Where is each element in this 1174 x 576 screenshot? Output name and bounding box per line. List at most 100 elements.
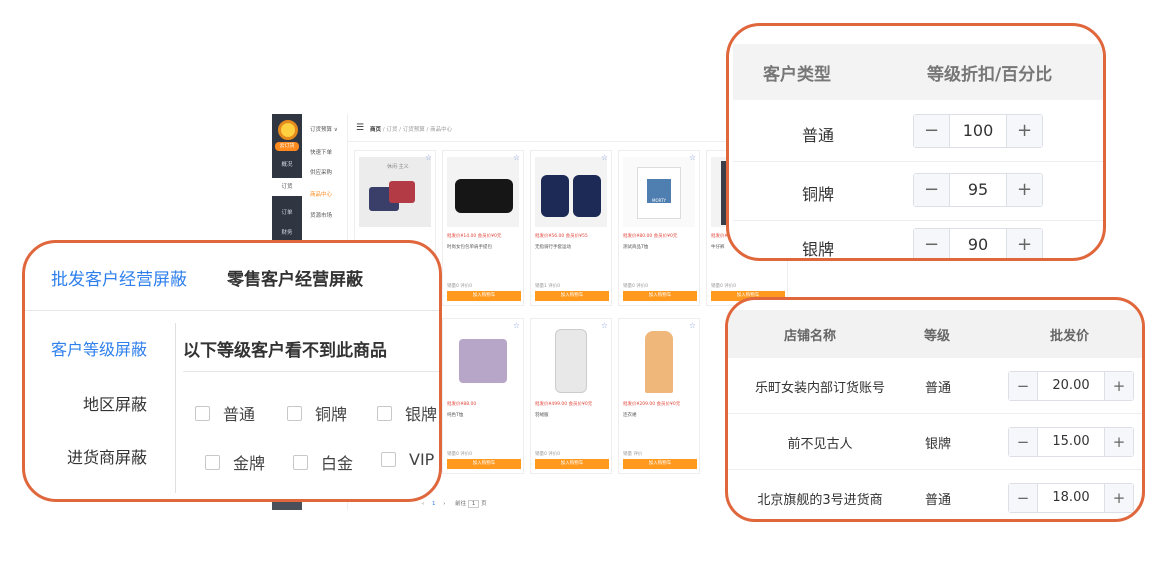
menu-icon[interactable]: ☰ (356, 124, 364, 133)
increment-button[interactable]: + (1007, 174, 1042, 206)
product-sales: 销量0 评价0 (711, 284, 737, 289)
pager-goto-input[interactable]: 1 (467, 500, 480, 508)
add-to-cart-button[interactable]: 加入购物车 (535, 459, 609, 469)
decrement-button[interactable]: − (1009, 372, 1037, 400)
divider (183, 371, 439, 372)
wholesale-price-callout: 店铺名称 等级 批发价 乐町女装内部订货账号 普通 − 20.00 + 前不见古… (725, 297, 1145, 522)
add-to-cart-button[interactable]: 加入购物车 (447, 291, 521, 301)
side-item-supplier-shielding[interactable]: 进货商屏蔽 (67, 444, 147, 468)
discount-value[interactable]: 90 (949, 229, 1007, 258)
product-card[interactable]: ☆ 批发价¥88.00 纯色T恤 销量0 评价0 加入购物车 (442, 318, 524, 474)
checkbox-label: 普通 (223, 405, 256, 424)
product-sales: 销量0 评价0 (623, 284, 649, 289)
increment-button[interactable]: + (1007, 229, 1042, 258)
shielding-tabs: 批发客户经营屏蔽 零售客户经营屏蔽 (25, 243, 439, 311)
decrement-button[interactable]: − (914, 115, 949, 147)
checkbox-icon[interactable] (377, 405, 392, 421)
product-name[interactable]: 测试商品T恤 (623, 244, 697, 250)
increment-button[interactable]: + (1105, 372, 1133, 400)
level-checkbox[interactable]: 铜牌 (287, 401, 347, 425)
breadcrumb-trail: / 订货 / 订货预算 / 商品中心 (381, 127, 453, 133)
favorite-star-icon[interactable]: ☆ (689, 153, 696, 162)
level-checkbox[interactable]: 白金 (293, 450, 353, 474)
product-name[interactable]: 羽绒服 (535, 412, 609, 418)
increment-button[interactable]: + (1007, 115, 1042, 147)
discount-value[interactable]: 100 (949, 115, 1007, 147)
favorite-star-icon[interactable]: ☆ (425, 153, 432, 162)
add-to-cart-button[interactable]: 加入购物车 (447, 459, 521, 469)
pager-prev[interactable]: ‹ (422, 501, 424, 507)
price-value[interactable]: 15.00 (1037, 428, 1105, 456)
checkbox-label: 金牌 (233, 454, 266, 473)
product-card[interactable]: ☆ 批发价¥209.00 会员价¥0元 连衣裙 销量 评价 加入购物车 (618, 318, 700, 474)
side-item-level-shielding[interactable]: 客户等级屏蔽 (51, 336, 147, 360)
product-price: 批发价¥14.00 会员价¥0元 (447, 234, 502, 239)
level-checkbox[interactable]: 金牌 (205, 450, 265, 474)
favorite-star-icon[interactable]: ☆ (601, 153, 608, 162)
discount-value[interactable]: 95 (949, 174, 1007, 206)
store-level: 普通 (924, 493, 951, 508)
sidebar-item-order-goods[interactable]: 订货 (272, 178, 302, 196)
product-price: 批发价¥80.00 会员价¥0元 (623, 234, 678, 239)
sidebar-item-overview[interactable]: 概况 (272, 156, 302, 174)
product-image-label: MORTY (647, 179, 671, 203)
product-name[interactable]: 无指骑行手套运动 (535, 244, 609, 250)
checkbox-icon[interactable] (195, 405, 210, 421)
discount-level: 银牌 (801, 240, 834, 259)
side-item-region-shielding[interactable]: 地区屏蔽 (83, 391, 147, 415)
product-name[interactable]: 纯色T恤 (447, 412, 521, 418)
add-to-cart-button[interactable]: 加入购物车 (623, 291, 697, 301)
discount-stepper[interactable]: − 95 + (913, 173, 1043, 207)
favorite-star-icon[interactable]: ☆ (513, 153, 520, 162)
pagination: ‹ 1 › 前往 1 页 (422, 499, 487, 508)
favorite-star-icon[interactable]: ☆ (513, 321, 520, 330)
tab-wholesale-shielding[interactable]: 批发客户经营屏蔽 (51, 265, 187, 290)
increment-button[interactable]: + (1105, 484, 1133, 512)
level-checkbox[interactable]: 普通 (195, 401, 255, 425)
product-card[interactable]: ☆ 批发价¥499.00 会员价¥0元 羽绒服 销量0 评价0 加入购物车 (530, 318, 612, 474)
level-checkbox[interactable]: 银牌 (377, 401, 437, 425)
price-value[interactable]: 20.00 (1037, 372, 1105, 400)
add-to-cart-button[interactable]: 加入购物车 (535, 291, 609, 301)
product-price: 批发价¥88.00 (447, 402, 477, 407)
product-card[interactable]: ☆ 批发价¥56.00 会员价¥55 无指骑行手套运动 销量1 评价0 加入购物… (530, 150, 612, 306)
price-stepper[interactable]: − 15.00 + (1008, 427, 1134, 457)
breadcrumb: 商页 / 订货 / 订货预算 / 商品中心 (370, 125, 452, 133)
favorite-star-icon[interactable]: ☆ (689, 321, 696, 330)
price-row: 乐町女装内部订货账号 普通 − 20.00 + (728, 358, 1142, 414)
checkbox-icon[interactable] (293, 454, 308, 470)
breadcrumb-home[interactable]: 商页 (370, 127, 381, 133)
price-stepper[interactable]: − 20.00 + (1008, 371, 1134, 401)
submenu-item-market[interactable]: 货源市场 (310, 211, 332, 219)
pager-next[interactable]: › (443, 501, 445, 507)
pager-current[interactable]: 1 (432, 501, 436, 507)
checkbox-label: 白金 (321, 454, 354, 473)
submenu-header[interactable]: 订货预算 ∨ (310, 125, 338, 133)
tab-retail-shielding[interactable]: 零售客户经营屏蔽 (227, 265, 363, 290)
level-checkbox[interactable]: VIP (381, 450, 434, 469)
sidebar-item-orders[interactable]: 订单 (272, 204, 302, 222)
decrement-button[interactable]: − (914, 229, 949, 258)
product-card[interactable]: MORTY ☆ 批发价¥80.00 会员价¥0元 测试商品T恤 销量0 评价0 … (618, 150, 700, 306)
product-name[interactable]: 连衣裙 (623, 412, 697, 418)
price-stepper[interactable]: − 18.00 + (1008, 483, 1134, 513)
checkbox-icon[interactable] (205, 454, 220, 470)
checkbox-icon[interactable] (381, 452, 396, 467)
favorite-star-icon[interactable]: ☆ (601, 321, 608, 330)
discount-stepper[interactable]: − 90 + (913, 228, 1043, 258)
product-name[interactable]: 时尚女包包单肩手提包 (447, 244, 521, 250)
submenu-item-quick-order[interactable]: 快速下单 (310, 148, 332, 156)
decrement-button[interactable]: − (1009, 484, 1037, 512)
discount-stepper[interactable]: − 100 + (913, 114, 1043, 148)
decrement-button[interactable]: − (1009, 428, 1037, 456)
decrement-button[interactable]: − (914, 174, 949, 206)
submenu-item-product-center[interactable]: 商品中心 (310, 190, 332, 198)
product-card[interactable]: ☆ 批发价¥14.00 会员价¥0元 时尚女包包单肩手提包 销量0 评价0 加入… (442, 150, 524, 306)
product-price: 批发价¥ (711, 234, 728, 239)
product-sales: 销量0 评价0 (447, 452, 473, 457)
checkbox-icon[interactable] (287, 405, 302, 421)
submenu-item-supply[interactable]: 供应采购 (310, 168, 332, 176)
increment-button[interactable]: + (1105, 428, 1133, 456)
add-to-cart-button[interactable]: 加入购物车 (623, 459, 697, 469)
price-value[interactable]: 18.00 (1037, 484, 1105, 512)
